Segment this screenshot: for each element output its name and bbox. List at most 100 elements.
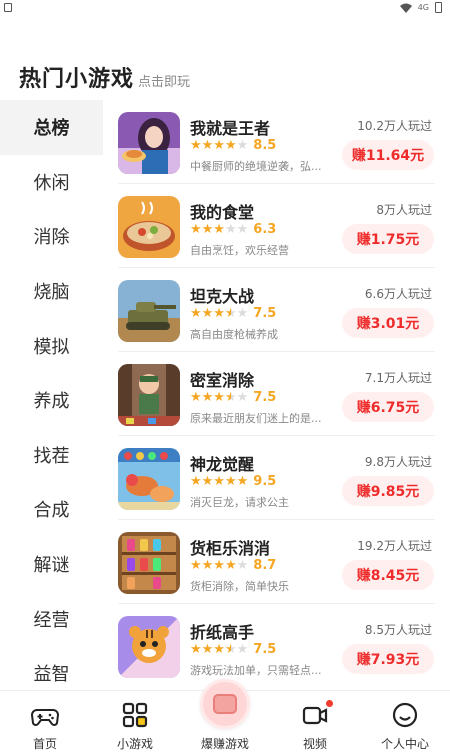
game-row[interactable]: 我的食堂 ★★★ ★★ 6.3 自由烹饪，欢乐经营 8万人玩过 赚1.75元 xyxy=(103,184,450,268)
star-rating: ★★★ ★ ★ 7.5 xyxy=(190,642,276,657)
rating-score: 9.5 xyxy=(253,474,277,489)
category-item-match[interactable]: 消除 xyxy=(0,209,103,264)
category-sidebar: 总榜 休闲 消除 烧脑 模拟 养成 找茬 合成 解谜 经营 益智 xyxy=(0,100,103,690)
bottom-tab-bar: 首页 小游戏 爆赚游戏 视频 个人中心 xyxy=(0,679,450,752)
game-row[interactable]: 坦克大战 ★★★ ★ ★ 7.5 高自由度枪械养成 6.6万人玩过 赚3.01元 xyxy=(103,268,450,352)
game-description: 货柜消除，简单快乐 xyxy=(190,580,289,593)
star-rating: ★★★ ★ ★ 7.5 xyxy=(190,306,276,321)
tab-hot-earn[interactable]: 爆赚游戏 xyxy=(180,679,270,752)
rating-score: 7.5 xyxy=(253,642,277,657)
dragon-thumb xyxy=(118,448,180,510)
game-name: 货柜乐消消 xyxy=(190,539,271,558)
category-item-merge[interactable]: 合成 xyxy=(0,482,103,537)
food-bowl-thumb xyxy=(118,196,180,258)
battery-icon xyxy=(435,2,442,13)
page-title: 热门小游戏 xyxy=(19,67,135,92)
tab-profile[interactable]: 个人中心 xyxy=(360,691,450,752)
game-row[interactable]: 折纸高手 ★★★ ★ ★ 7.5 游戏玩法加单，只需轻点... 8.5万人玩过 赚7… xyxy=(103,604,450,688)
signal-text: 4G xyxy=(417,3,429,12)
star-icon: ★★★★ xyxy=(190,558,237,573)
star-icon: ★★★★ xyxy=(190,138,237,153)
notification-icon xyxy=(4,3,12,12)
star-icon: ★★★ xyxy=(190,642,225,657)
star-empty-icon: ★ xyxy=(236,390,249,405)
star-rating: ★★★★ ★ 8.5 xyxy=(190,138,276,153)
earn-button[interactable]: 赚6.75元 xyxy=(342,392,434,422)
game-name: 神龙觉醒 xyxy=(190,455,255,474)
star-half-icon: ★ xyxy=(224,390,237,405)
game-row[interactable]: 密室消除 ★★★ ★ ★ 7.5 原来最近朋友们迷上的是... 7.1万人玩过 赚6… xyxy=(103,352,450,436)
category-item-business[interactable]: 经营 xyxy=(0,591,103,646)
tab-label: 首页 xyxy=(32,737,57,751)
game-description: 高自由度枪械养成 xyxy=(190,328,278,341)
player-count: 8.5万人玩过 xyxy=(364,623,432,637)
game-name: 折纸高手 xyxy=(190,623,255,642)
gamepad-icon xyxy=(31,709,59,726)
earn-button[interactable]: 赚7.93元 xyxy=(342,644,434,674)
rating-score: 8.5 xyxy=(253,138,277,153)
notification-dot xyxy=(326,700,333,707)
star-half-icon: ★ xyxy=(224,306,237,321)
earn-button[interactable]: 赚9.85元 xyxy=(342,476,434,506)
tab-label: 小游戏 xyxy=(116,737,153,751)
category-item-puzzle[interactable]: 解谜 xyxy=(0,537,103,592)
ticket-icon xyxy=(200,679,250,729)
tab-mini-games[interactable]: 小游戏 xyxy=(90,691,180,752)
star-rating: ★★★★ ★ 8.7 xyxy=(190,558,276,573)
tank-thumb xyxy=(118,280,180,342)
game-row[interactable]: 我就是王者 ★★★★ ★ 8.5 中餐厨师的绝境逆袭，弘... 10.2万人玩过 … xyxy=(103,100,450,184)
player-count: 8万人玩过 xyxy=(376,203,432,217)
player-count: 9.8万人玩过 xyxy=(364,455,432,469)
game-description: 消灭巨龙，请求公主 xyxy=(190,496,289,509)
star-empty-icon: ★ xyxy=(236,642,249,657)
rating-score: 6.3 xyxy=(253,222,277,237)
game-row[interactable]: 神龙觉醒 ★★★★★ 9.5 消灭巨龙，请求公主 9.8万人玩过 赚9.85元 xyxy=(103,436,450,520)
star-empty-icon: ★ xyxy=(236,306,249,321)
star-rating: ★★★★★ 9.5 xyxy=(190,474,276,489)
star-empty-icon: ★★ xyxy=(224,222,249,237)
game-name: 密室消除 xyxy=(190,371,255,390)
star-rating: ★★★ ★ ★ 7.5 xyxy=(190,390,276,405)
game-description: 游戏玩法加单，只需轻点... xyxy=(190,664,322,677)
player-count: 6.6万人玩过 xyxy=(364,287,432,301)
game-row[interactable]: 货柜乐消消 ★★★★ ★ 8.7 货柜消除，简单快乐 19.2万人玩过 赚8.45… xyxy=(103,520,450,604)
earn-button[interactable]: 赚11.64元 xyxy=(342,140,434,170)
earn-button[interactable]: 赚3.01元 xyxy=(342,308,434,338)
game-description: 中餐厨师的绝境逆袭，弘... xyxy=(190,160,322,173)
category-item-simulation[interactable]: 模拟 xyxy=(0,318,103,373)
player-count: 10.2万人玩过 xyxy=(357,119,432,133)
star-icon: ★★★★★ xyxy=(190,474,249,489)
category-item-all[interactable]: 总榜 xyxy=(0,100,103,155)
player-count: 7.1万人玩过 xyxy=(364,371,432,385)
shelf-thumb xyxy=(118,532,180,594)
rating-score: 7.5 xyxy=(253,390,277,405)
game-name: 我的食堂 xyxy=(190,203,255,222)
game-description: 自由烹饪，欢乐经营 xyxy=(190,244,289,257)
category-item-casual[interactable]: 休闲 xyxy=(0,155,103,210)
game-description: 原来最近朋友们迷上的是... xyxy=(190,412,322,425)
game-name: 我就是王者 xyxy=(190,119,271,138)
earn-button[interactable]: 赚8.45元 xyxy=(342,560,434,590)
game-list: 我就是王者 ★★★★ ★ 8.5 中餐厨师的绝境逆袭，弘... 10.2万人玩过 … xyxy=(103,100,450,690)
player-count: 19.2万人玩过 xyxy=(357,539,432,553)
category-item-raising[interactable]: 养成 xyxy=(0,373,103,428)
tab-home[interactable]: 首页 xyxy=(0,691,90,752)
tiger-thumb xyxy=(118,616,180,678)
category-item-spot-difference[interactable]: 找茬 xyxy=(0,428,103,483)
page-header: 热门小游戏 点击即玩 xyxy=(19,61,190,93)
tab-label: 爆赚游戏 xyxy=(200,737,249,751)
category-item-brain[interactable]: 烧脑 xyxy=(0,264,103,319)
tab-label: 视频 xyxy=(302,737,327,751)
star-icon: ★★★ xyxy=(190,306,225,321)
tab-video[interactable]: 视频 xyxy=(270,691,360,752)
chef-girl-thumb xyxy=(118,112,180,174)
star-empty-icon: ★ xyxy=(236,558,249,573)
smile-icon xyxy=(392,702,418,728)
rating-score: 7.5 xyxy=(253,306,277,321)
star-icon: ★★★ xyxy=(190,390,225,405)
page-subtitle: 点击即玩 xyxy=(138,75,191,90)
earn-button[interactable]: 赚1.75元 xyxy=(342,224,434,254)
rating-score: 8.7 xyxy=(253,558,277,573)
status-bar: 4G xyxy=(0,0,450,18)
star-half-icon: ★ xyxy=(224,642,237,657)
